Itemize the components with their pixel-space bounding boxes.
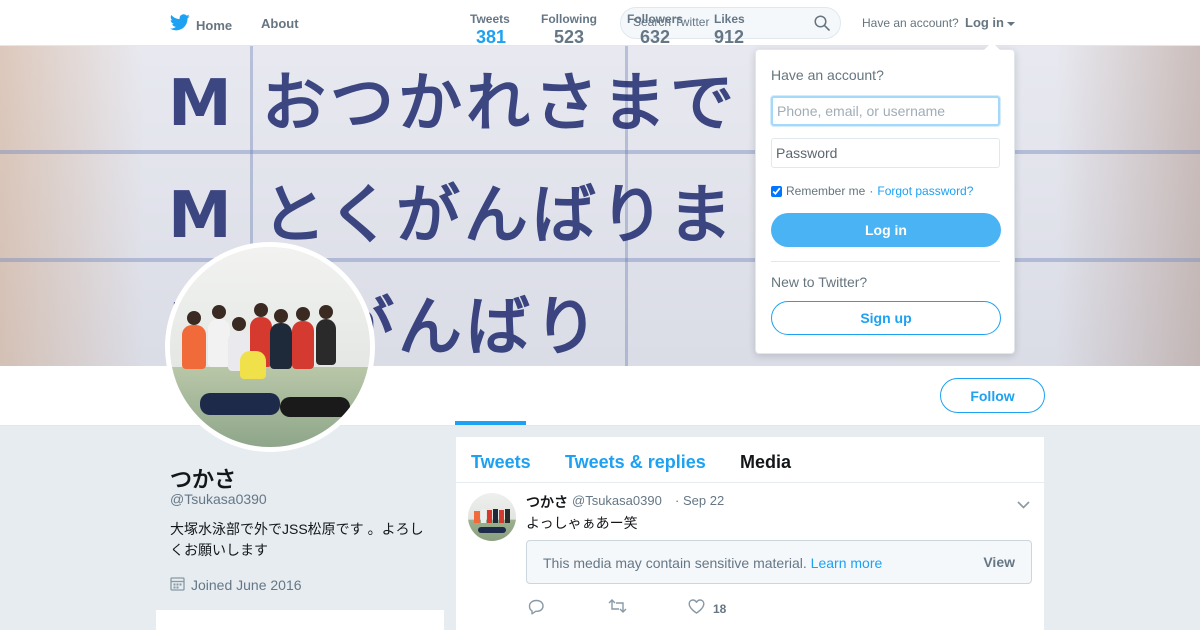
tab-media[interactable]: Media [740, 452, 791, 473]
dropdown-arrow [984, 42, 1000, 50]
avatar-person [182, 325, 206, 369]
tweet-text: よっしゃぁあー笑 [526, 515, 638, 531]
stat-label: Tweets [470, 12, 510, 26]
timeline: Tweets Tweets & replies Media つかさ @Tsuka… [456, 437, 1044, 630]
username-field[interactable] [771, 96, 1000, 126]
password-field[interactable] [771, 138, 1000, 168]
left-sidebar-card [156, 610, 444, 630]
avatar-person [212, 305, 226, 319]
joined-date-text: Joined June 2016 [191, 577, 302, 593]
nav-home-link[interactable]: Home [169, 14, 233, 36]
search-icon[interactable] [814, 15, 830, 36]
follow-button[interactable]: Follow [940, 378, 1045, 413]
profile-avatar[interactable] [165, 242, 375, 452]
like-count: 18 [713, 602, 727, 616]
new-to-twitter-text: New to Twitter? [771, 274, 868, 290]
remember-me-label[interactable]: Remember me [786, 184, 865, 198]
active-stat-indicator [455, 421, 526, 425]
signup-button[interactable]: Sign up [771, 301, 1001, 335]
avatar-person [187, 311, 201, 325]
reply-icon [528, 599, 545, 620]
calendar-icon [170, 576, 185, 594]
tweet-date[interactable]: Sep 22 [683, 493, 724, 508]
tab-tweets-and-replies[interactable]: Tweets & replies [565, 452, 706, 473]
remember-me-row: Remember me · Forgot password? [771, 184, 973, 198]
stat-value: 523 [554, 27, 585, 47]
tweet-author-handle[interactable]: @Tsukasa0390 [572, 493, 662, 508]
profile-bio: 大塚水泳部で外でJSS松原です 。よろしくお願いします [170, 521, 424, 558]
stat-value: 632 [640, 27, 671, 47]
login-dropdown: Have an account? Remember me · Forgot pa… [755, 42, 1015, 354]
learn-more-link[interactable]: Learn more [811, 555, 883, 571]
stat-value: 381 [476, 27, 507, 47]
forgot-password-link[interactable]: Forgot password? [877, 184, 973, 198]
banner-handwriting-line1: M おつかれさまで [168, 67, 738, 141]
tweet-author-name[interactable]: つかさ [526, 492, 568, 512]
profile-joined: Joined June 2016 [170, 576, 302, 594]
nav-home-label: Home [196, 17, 233, 33]
sensitive-media-notice: This media may contain sensitive materia… [526, 540, 1032, 584]
stat-tweets[interactable]: Tweets 381 [470, 12, 510, 48]
profile-handle[interactable]: @Tsukasa0390 [170, 491, 267, 507]
reply-button[interactable] [528, 599, 545, 620]
like-button[interactable]: 18 [688, 599, 726, 619]
top-navigation: Home About Have an account? Log in [0, 0, 1200, 46]
nav-about-link[interactable]: About [261, 16, 299, 31]
dropdown-divider [771, 261, 1000, 262]
twitter-bird-icon [169, 14, 190, 36]
profile-name[interactable]: つかさ [170, 462, 236, 494]
stat-value: 912 [714, 27, 745, 47]
login-dropdown-title: Have an account? [771, 67, 884, 83]
avatar-person [319, 305, 333, 319]
avatar-person [292, 321, 314, 369]
timeline-tabs: Tweets Tweets & replies Media [456, 437, 1044, 483]
banner-handwriting-line2: M とくがんばりま [168, 179, 737, 253]
sensitive-media-text: This media may contain sensitive materia… [543, 555, 882, 571]
login-dropdown-toggle[interactable]: Log in [965, 15, 1015, 30]
tweet[interactable]: つかさ @Tsukasa0390 · Sep 22 よっしゃぁあー笑 This … [456, 483, 1044, 630]
login-button[interactable]: Log in [771, 213, 1001, 247]
caret-down-icon [1007, 21, 1015, 26]
view-media-button[interactable]: View [983, 554, 1015, 570]
tab-tweets[interactable]: Tweets [471, 452, 531, 473]
retweet-button[interactable] [608, 599, 627, 618]
avatar-person [200, 393, 280, 415]
tweet-separator: · [675, 493, 680, 508]
login-link-label: Log in [965, 15, 1004, 30]
avatar-person [240, 351, 266, 379]
heart-icon [688, 599, 705, 619]
remember-separator: · [869, 184, 874, 198]
avatar-person [232, 317, 246, 331]
avatar-person [254, 303, 268, 317]
stat-likes[interactable]: Likes 912 [714, 12, 745, 48]
avatar-person [280, 397, 350, 417]
stat-followers[interactable]: Followers 632 [627, 12, 683, 48]
avatar-person [296, 307, 310, 321]
chevron-down-icon[interactable] [1017, 496, 1030, 514]
stat-following[interactable]: Following 523 [541, 12, 597, 48]
avatar-person [208, 319, 230, 367]
avatar-person [316, 319, 336, 365]
avatar-person [270, 323, 292, 369]
stat-label: Followers [627, 12, 684, 26]
stat-label: Following [541, 12, 597, 26]
tweet-avatar[interactable] [468, 493, 516, 541]
avatar-person [274, 309, 288, 323]
remember-me-checkbox[interactable] [771, 185, 782, 197]
retweet-icon [608, 599, 627, 618]
sensitive-media-message: This media may contain sensitive materia… [543, 555, 807, 571]
have-account-text: Have an account? [862, 16, 959, 30]
stat-label: Likes [714, 12, 745, 26]
